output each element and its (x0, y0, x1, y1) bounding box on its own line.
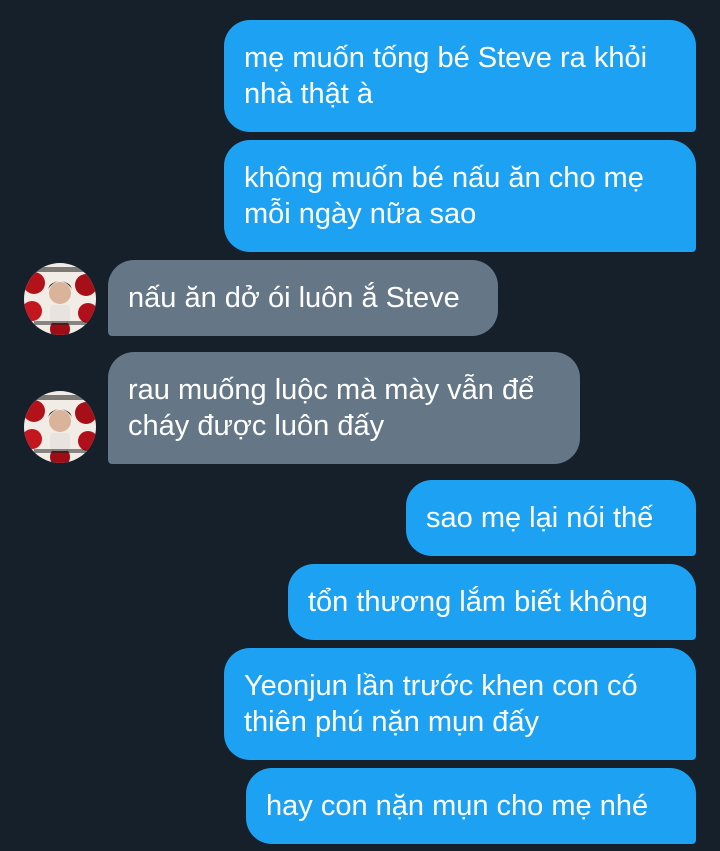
outgoing-message-bubble[interactable]: sao mẹ lại nói thế (406, 480, 696, 556)
incoming-message-bubble[interactable]: nấu ăn dở ói luôn ắ Steve (108, 260, 498, 336)
outgoing-message-bubble[interactable]: hay con nặn mụn cho mẹ nhé (246, 768, 696, 844)
outgoing-message-bubble[interactable]: mẹ muốn tống bé Steve ra khỏi nhà thật à (224, 20, 696, 132)
outgoing-message-bubble[interactable]: tổn thương lắm biết không (288, 564, 696, 640)
outgoing-message-bubble[interactable]: Yeonjun lần trước khen con có thiên phú … (224, 648, 696, 760)
contact-avatar[interactable] (24, 263, 96, 335)
conversation-screen: { "colors": { "background": "#15202b", "… (0, 0, 720, 851)
incoming-message-bubble[interactable]: rau muống luộc mà mày vẫn để cháy được l… (108, 352, 580, 464)
avatar-image (24, 391, 96, 463)
outgoing-message-bubble[interactable]: không muốn bé nấu ăn cho mẹ mỗi ngày nữa… (224, 140, 696, 252)
contact-avatar[interactable] (24, 391, 96, 463)
avatar-image (24, 263, 96, 335)
